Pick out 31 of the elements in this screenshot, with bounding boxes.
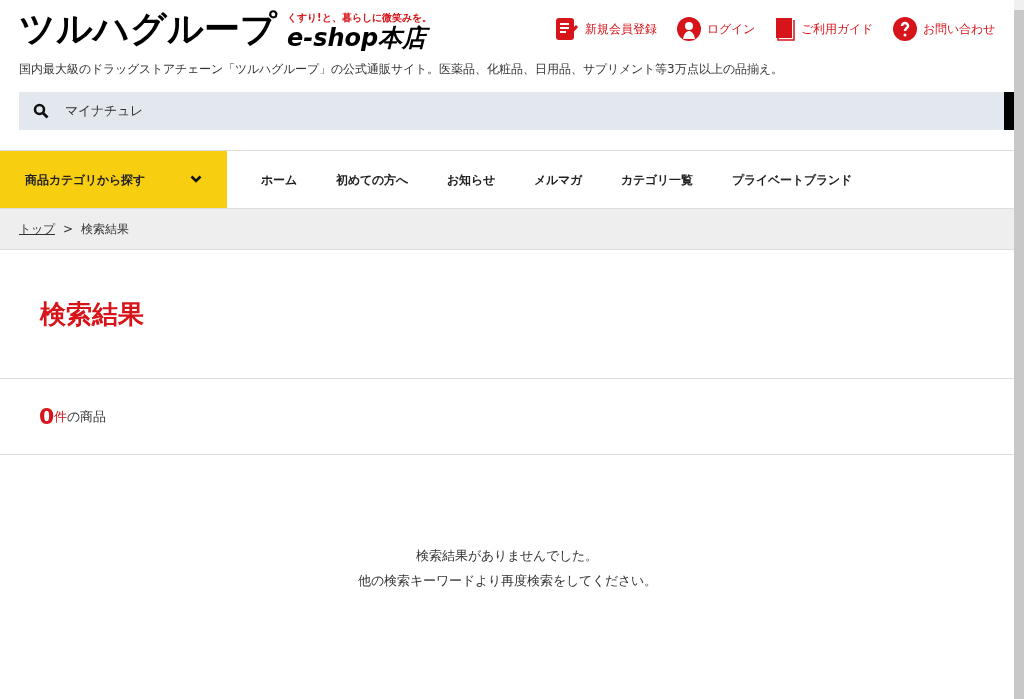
page-title: 検索結果 (40, 297, 144, 331)
header-link[interactable]: ご利用ガイド (775, 17, 873, 41)
nav-link[interactable]: カテゴリ一覧 (621, 170, 693, 189)
empty-message: 検索結果がありませんでした。 (416, 547, 598, 565)
count-label: の商品 (67, 407, 107, 426)
tagline: くすり!と、暮らしに微笑みを。 (287, 12, 432, 24)
user-icon (677, 17, 701, 41)
header-link[interactable]: ログイン (677, 17, 755, 41)
count-unit: 件 (54, 407, 68, 426)
nav-link[interactable]: メルマガ (534, 170, 582, 189)
nav-link[interactable]: 初めての方へ (336, 170, 408, 189)
result-count: 0 (39, 405, 55, 428)
breadcrumb-current: 検索結果 (81, 221, 130, 238)
logo-text[interactable]: ツルハグループ (19, 6, 283, 52)
help-icon (893, 17, 917, 41)
nav-link[interactable]: プライベートブランド (732, 170, 852, 189)
breadcrumb-separator: > (63, 221, 74, 238)
chevron-down-icon (190, 175, 202, 184)
search-icon (33, 103, 49, 119)
nav-link[interactable]: お知らせ (447, 170, 495, 189)
nav-link[interactable]: ホーム (261, 170, 297, 189)
search-field[interactable]: マイナチュレ (19, 92, 1014, 130)
book-icon (775, 17, 795, 41)
edit-icon (555, 17, 579, 41)
header-link[interactable]: お問い合わせ (893, 17, 995, 41)
site-description: 国内最大級のドラッグストアチェーン「ツルハグループ」の公式通販サイト。医薬品、化粧品、日用品、サプリメント等3万点以上の品揃え。 (18, 61, 784, 78)
breadcrumb-link[interactable]: トップ (19, 220, 55, 238)
shop-name: e-shop本店 (287, 24, 432, 52)
empty-message: 他の検索キーワードより再度検索をしてください。 (357, 572, 657, 590)
category-dropdown-button[interactable]: 商品カテゴリから探す (0, 151, 227, 208)
header-link[interactable]: 新規会員登録 (555, 17, 657, 41)
